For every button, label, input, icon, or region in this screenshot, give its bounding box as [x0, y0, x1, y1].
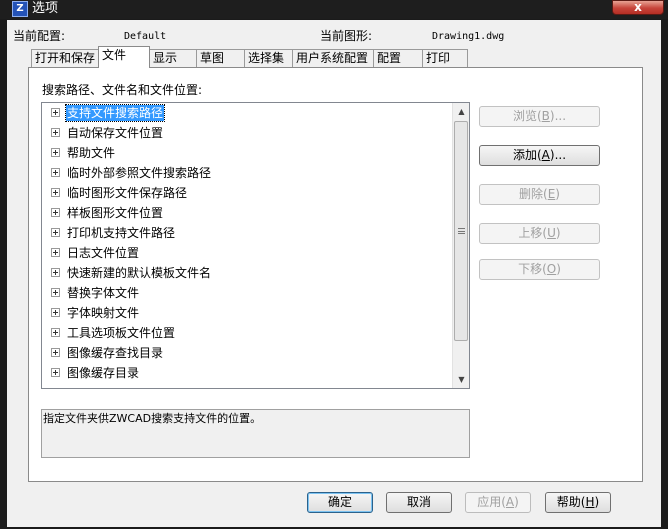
description-box: 指定文件夹供ZWCAD搜索支持文件的位置。	[41, 409, 470, 458]
tree-item-alternate-font[interactable]: 替换字体文件	[42, 283, 469, 303]
current-profile-value: Default	[124, 31, 167, 42]
tab-open-save[interactable]: 打开和保存	[31, 49, 99, 67]
move-down-label: 下移	[518, 262, 543, 276]
tree-item-support-path[interactable]: 支持文件搜索路径	[42, 103, 469, 123]
tree-label: 搜索路径、文件名和文件位置:	[42, 83, 203, 97]
tab-user-preferences[interactable]: 用户系统配置	[292, 49, 374, 67]
tree-item-label: 快速新建的默认模板文件名	[67, 266, 212, 280]
current-profile-label: 当前配置:	[13, 29, 66, 43]
tab-drafting[interactable]: 草图	[196, 49, 245, 67]
tree-item-tool-palette-location[interactable]: 工具选项板文件位置	[42, 323, 469, 343]
scroll-down-arrow-icon[interactable]: ▼	[453, 371, 470, 388]
move-up-label: 上移	[518, 226, 543, 240]
expand-plus-icon[interactable]	[51, 168, 60, 177]
tree-item-label: 字体映射文件	[67, 306, 140, 320]
tree-item-autosave-location[interactable]: 自动保存文件位置	[42, 123, 469, 143]
expand-plus-icon[interactable]	[51, 108, 60, 117]
browse-hotkey: B	[541, 109, 550, 123]
tree-item-temp-drawing-path[interactable]: 临时图形文件保存路径	[42, 183, 469, 203]
tab-selection[interactable]: 选择集	[244, 49, 293, 67]
tree-item-label: 图像缓存查找目录	[67, 346, 164, 360]
apply-label: 应用	[477, 495, 502, 509]
tab-files[interactable]: 文件	[98, 46, 150, 68]
add-hotkey: A	[541, 148, 550, 162]
expand-plus-icon[interactable]	[51, 248, 60, 257]
scroll-up-arrow-icon[interactable]: ▲	[453, 103, 470, 120]
expand-plus-icon[interactable]	[51, 268, 60, 277]
expand-plus-icon[interactable]	[51, 348, 60, 357]
delete-label: 删除	[519, 187, 544, 201]
grip-icon	[458, 228, 465, 234]
expand-plus-icon[interactable]	[51, 288, 60, 297]
move-down-button[interactable]: 下移(O)	[479, 259, 600, 280]
ok-button[interactable]: 确定	[307, 492, 373, 513]
drawing-app-icon: Z	[12, 1, 28, 17]
close-button[interactable]: x	[612, 0, 664, 15]
tree-item-label: 自动保存文件位置	[67, 126, 164, 140]
tab-profiles[interactable]: 配置	[373, 49, 423, 67]
help-button[interactable]: 帮助(H)	[545, 492, 611, 513]
tree-item-label: 图像缓存目录	[67, 366, 140, 380]
tree-item-help-file[interactable]: 帮助文件	[42, 143, 469, 163]
expand-plus-icon[interactable]	[51, 208, 60, 217]
delete-hotkey: E	[547, 187, 556, 201]
move-down-hotkey: O	[546, 262, 557, 276]
expand-plus-icon[interactable]	[51, 328, 60, 337]
tree-item-temp-xref-path[interactable]: 临时外部参照文件搜索路径	[42, 163, 469, 183]
browse-label: 浏览	[512, 109, 537, 123]
expand-plus-icon[interactable]	[51, 188, 60, 197]
tree-item-label: 替换字体文件	[67, 286, 140, 300]
tab-display[interactable]: 显示	[149, 49, 197, 67]
tree-item-printer-support-path[interactable]: 打印机支持文件路径	[42, 223, 469, 243]
tree-item-image-cache-search[interactable]: 图像缓存查找目录	[42, 343, 469, 363]
add-label: 添加	[512, 148, 537, 162]
browse-ellipsis: ...	[554, 109, 567, 123]
tree-item-log-location[interactable]: 日志文件位置	[42, 243, 469, 263]
window-title: 选项	[32, 1, 59, 16]
browse-button[interactable]: 浏览(B)...	[479, 106, 600, 127]
apply-button[interactable]: 应用(A)	[465, 492, 531, 513]
expand-plus-icon[interactable]	[51, 368, 60, 377]
tree-item-label: 工具选项板文件位置	[67, 326, 176, 340]
title-bar	[0, 0, 668, 19]
tree-item-label: 临时外部参照文件搜索路径	[67, 166, 212, 180]
tree-item-label: 打印机支持文件路径	[67, 226, 176, 240]
move-up-button[interactable]: 上移(U)	[479, 223, 600, 244]
help-hotkey: H	[585, 495, 595, 509]
expand-plus-icon[interactable]	[51, 228, 60, 237]
expand-plus-icon[interactable]	[51, 148, 60, 157]
scroll-thumb[interactable]	[454, 121, 468, 341]
apply-hotkey: A	[505, 495, 515, 509]
expand-plus-icon[interactable]	[51, 308, 60, 317]
add-button[interactable]: 添加(A)...	[479, 145, 600, 166]
current-drawing-label: 当前图形:	[320, 29, 373, 43]
tree-item-label: 支持文件搜索路径	[64, 104, 166, 122]
tree-item-font-mapping[interactable]: 字体映射文件	[42, 303, 469, 323]
file-locations-tree[interactable]: 支持文件搜索路径 自动保存文件位置 帮助文件 临时外部参照文件搜索路径 临时图形…	[41, 102, 470, 389]
add-ellipsis: ...	[554, 148, 567, 162]
help-label: 帮助	[556, 495, 581, 509]
tree-item-label: 样板图形文件位置	[67, 206, 164, 220]
delete-button[interactable]: 删除(E)	[479, 184, 600, 205]
tree-item-template-location[interactable]: 样板图形文件位置	[42, 203, 469, 223]
cancel-button[interactable]: 取消	[386, 492, 452, 513]
tree-item-qnew-template[interactable]: 快速新建的默认模板文件名	[42, 263, 469, 283]
tab-plot[interactable]: 打印	[422, 49, 468, 67]
tree-item-image-cache-dir[interactable]: 图像缓存目录	[42, 363, 469, 383]
move-up-hotkey: U	[547, 226, 556, 240]
tree-scrollbar[interactable]: ▲ ▼	[452, 103, 469, 388]
tree-item-label: 日志文件位置	[67, 246, 140, 260]
tree-item-label: 帮助文件	[67, 146, 116, 160]
current-drawing-value: Drawing1.dwg	[432, 31, 505, 42]
expand-plus-icon[interactable]	[51, 128, 60, 137]
tree-item-label: 临时图形文件保存路径	[67, 186, 188, 200]
